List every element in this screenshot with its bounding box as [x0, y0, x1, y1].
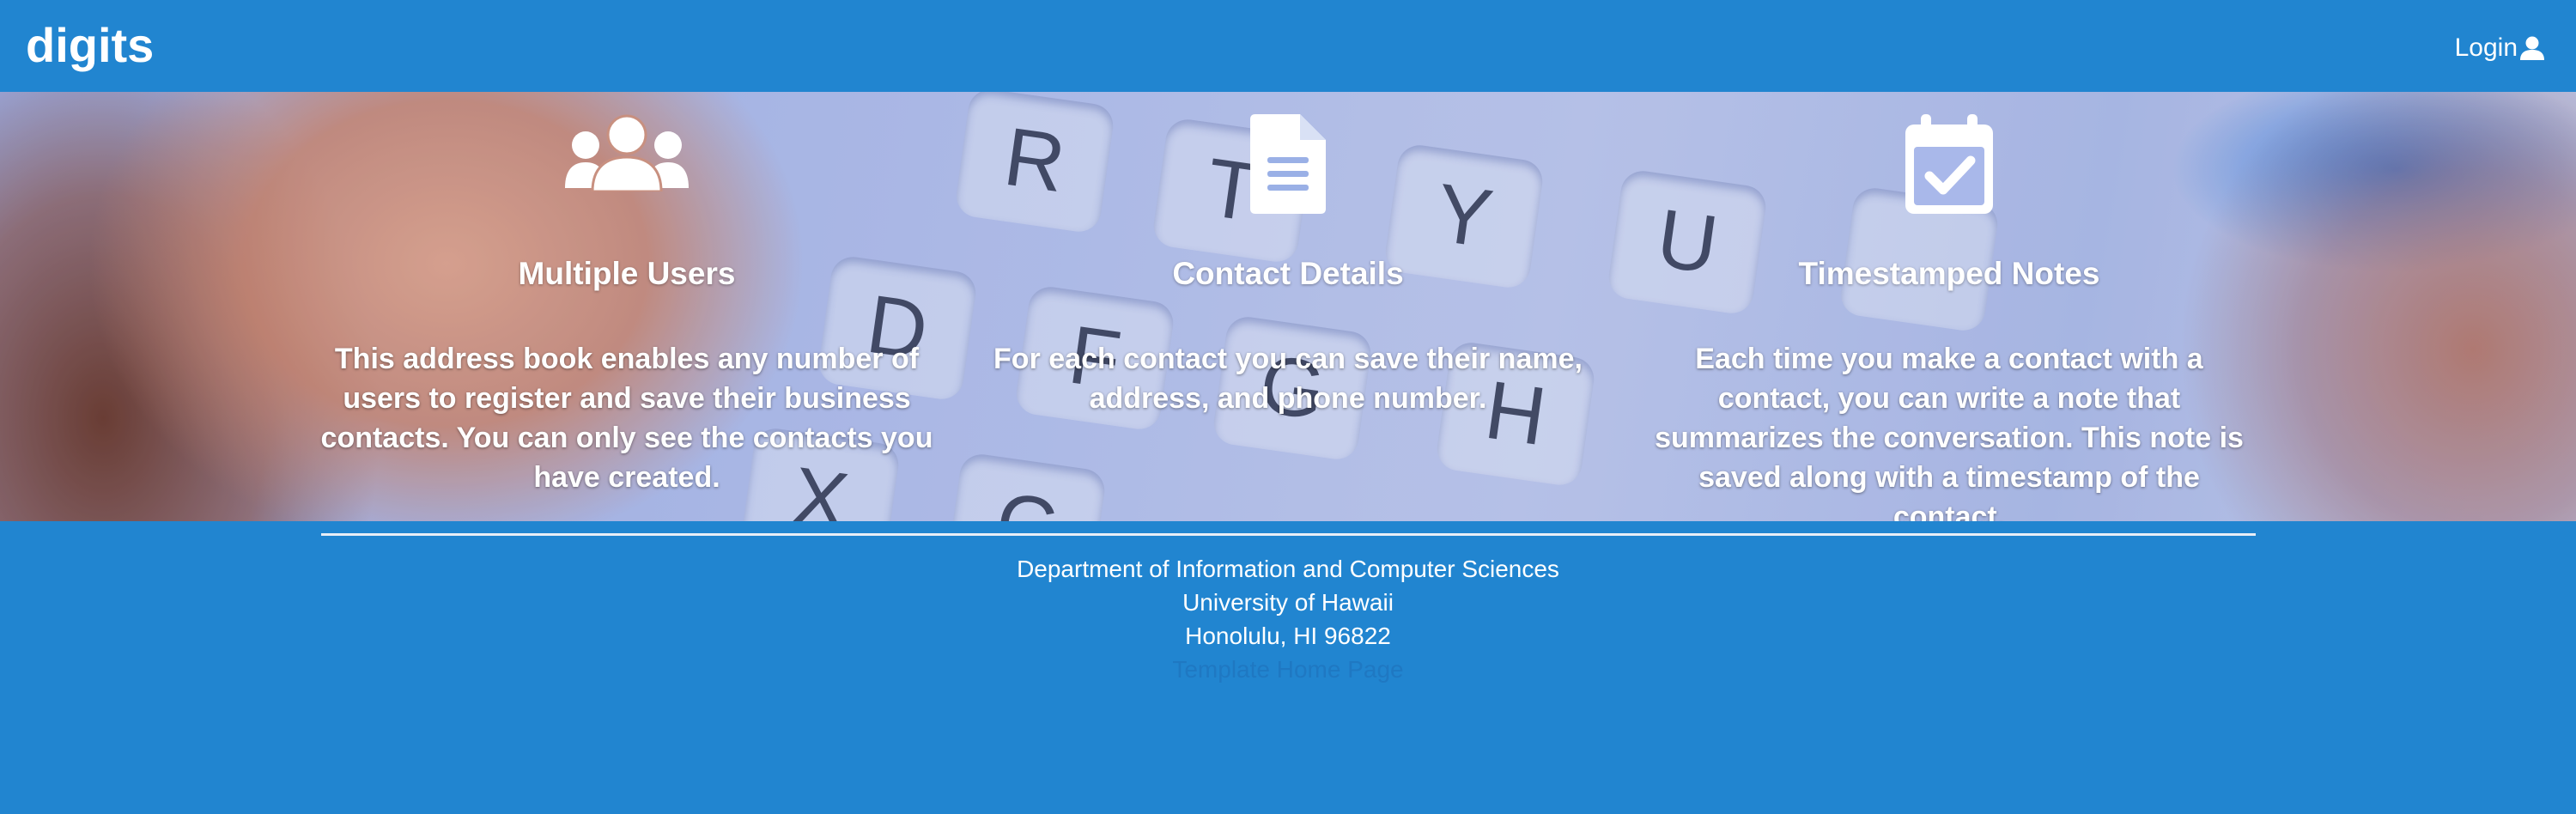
template-home-link[interactable]: Template Home Page [1172, 656, 1403, 683]
top-navbar: digits Login [0, 0, 2576, 92]
footer-city: Honolulu, HI 96822 [1185, 623, 1391, 649]
footer-department: Department of Information and Computer S… [1017, 556, 1559, 582]
footer-divider [321, 533, 2256, 536]
users-icon [318, 114, 936, 217]
login-button[interactable]: Login [2455, 33, 2545, 64]
feature-title: Multiple Users [518, 256, 736, 291]
feature-description: This address book enables any number of … [320, 343, 933, 494]
calendar-check-icon [1640, 114, 2258, 217]
feature-title: Timestamped Notes [1798, 256, 2100, 291]
user-icon [2519, 36, 2545, 60]
login-label: Login [2454, 33, 2518, 62]
feature-description: Each time you make a contact with a cont… [1655, 343, 2244, 521]
feature-title: Contact Details [1172, 256, 1404, 291]
brand-logo[interactable]: digits [26, 17, 154, 74]
landing-hero: R T Y U D F G H X C Multiple Users This … [0, 92, 2576, 521]
feature-description: For each contact you can save their name… [993, 343, 1583, 415]
file-text-icon [979, 114, 1597, 217]
footer-university: University of Hawaii [1182, 589, 1394, 616]
footer-address: Department of Information and Computer S… [0, 552, 2576, 686]
page-footer: Department of Information and Computer S… [0, 521, 2576, 814]
